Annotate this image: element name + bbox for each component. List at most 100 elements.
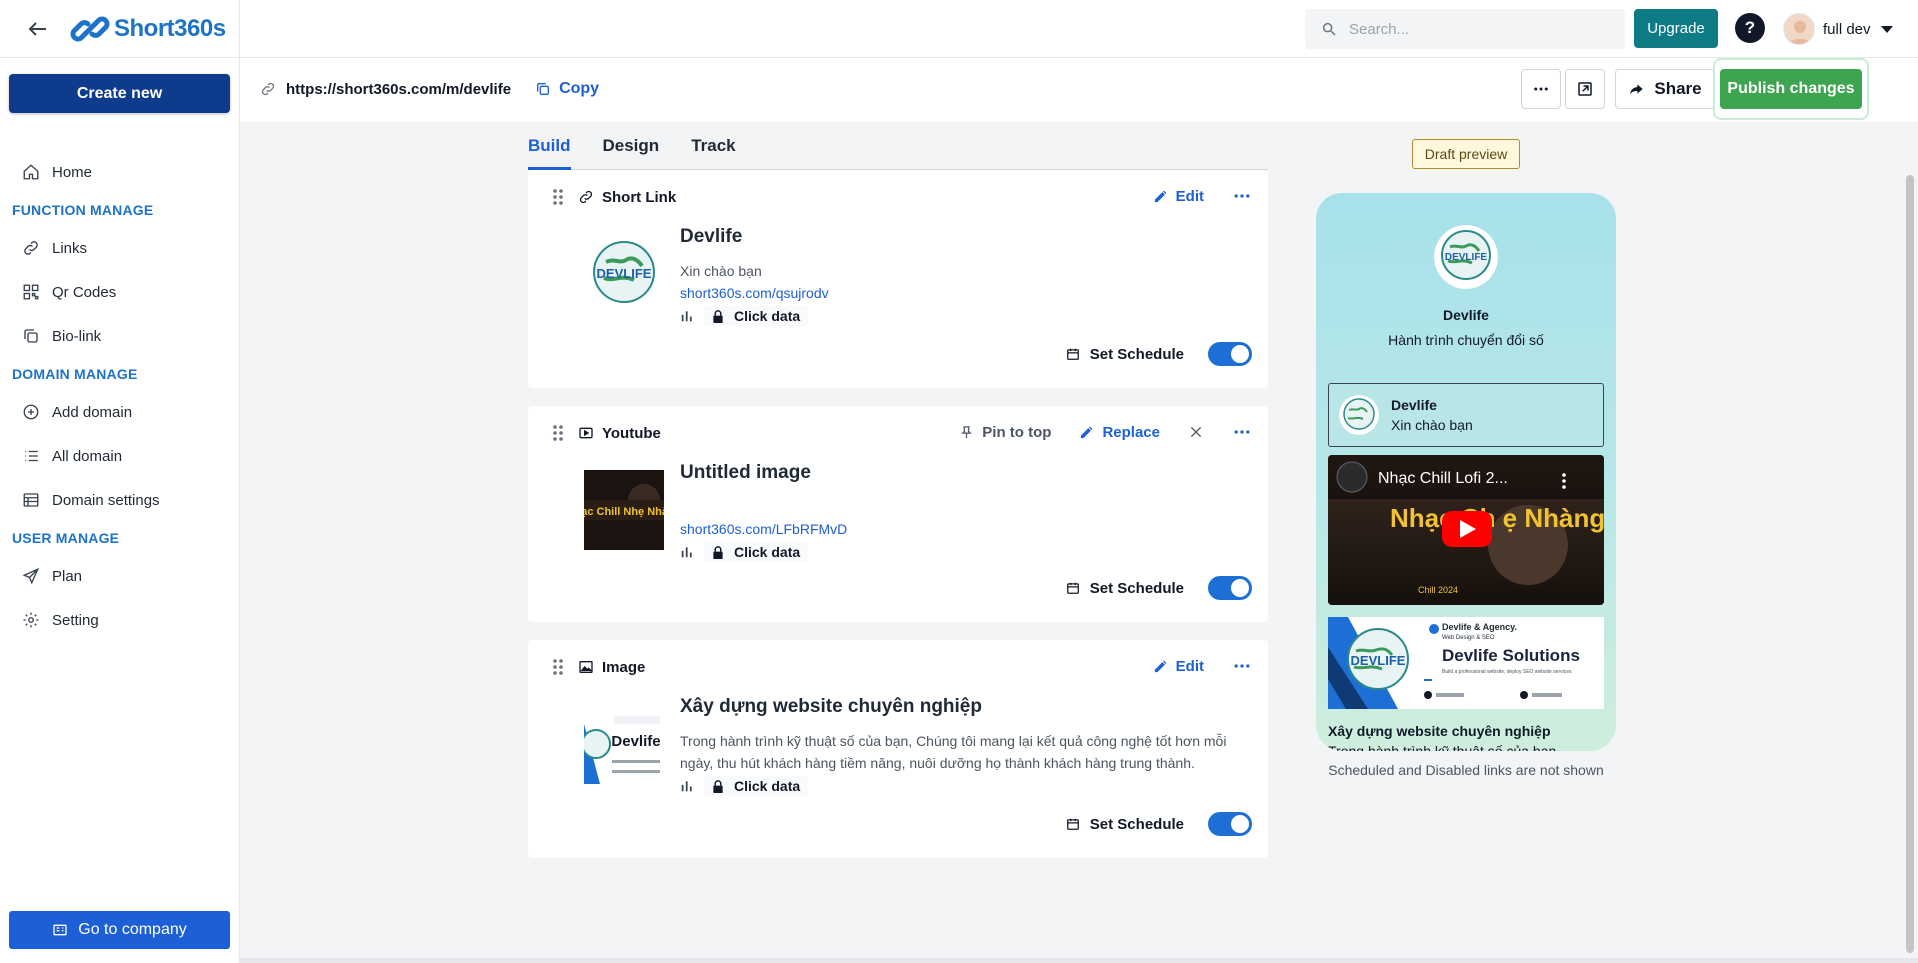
avatar bbox=[1783, 13, 1815, 45]
go-to-company-button[interactable]: Go to company bbox=[9, 911, 230, 949]
copy-button[interactable]: Copy bbox=[535, 80, 599, 98]
profile-name: Devlife bbox=[1443, 307, 1489, 323]
sidebar-item-home[interactable]: Home bbox=[0, 150, 239, 194]
pencil-icon bbox=[1154, 660, 1167, 672]
help-button[interactable]: ? bbox=[1735, 13, 1765, 43]
upgrade-button[interactable]: Upgrade bbox=[1634, 9, 1718, 48]
edit-button[interactable]: Edit bbox=[1153, 188, 1204, 205]
video-overlay-text: Nhạc Ch ẹ Nhàng bbox=[1390, 503, 1604, 533]
copy-icon bbox=[537, 83, 550, 95]
sidebar-item-plan[interactable]: Plan bbox=[0, 554, 239, 598]
click-data-label: Click data bbox=[734, 778, 801, 794]
visibility-toggle[interactable] bbox=[1208, 342, 1252, 366]
banner-title: Devlife Solutions bbox=[1442, 646, 1580, 665]
link-avatar bbox=[1339, 395, 1379, 435]
click-data-button[interactable]: Click data bbox=[704, 306, 809, 326]
drag-handle-icon[interactable] bbox=[552, 188, 564, 206]
svg-text:DEVLIFE: DEVLIFE bbox=[1445, 252, 1488, 263]
short-link[interactable]: short360s.com/qsujrodv bbox=[680, 282, 1252, 304]
sidebar-item-label: Home bbox=[52, 163, 93, 181]
stats-row: Click data bbox=[680, 306, 1252, 326]
svg-text:DEVLIFE: DEVLIFE bbox=[597, 266, 652, 281]
preview-youtube-embed[interactable]: Nhạc Ch ẹ Nhàng Nhạc Chill Lofi 2... Chi… bbox=[1328, 455, 1604, 605]
card-content: Devlife Xin chào bạn short360s.com/qsujr… bbox=[680, 226, 1252, 326]
set-schedule-button[interactable]: Set Schedule bbox=[1066, 346, 1184, 363]
publish-changes-button[interactable]: Publish changes bbox=[1720, 69, 1862, 109]
more-horizontal-icon[interactable] bbox=[1232, 422, 1252, 442]
back-arrow-icon[interactable] bbox=[26, 17, 50, 41]
bar-chart-icon bbox=[681, 547, 692, 558]
set-schedule-label: Set Schedule bbox=[1089, 345, 1184, 363]
short-link[interactable]: short360s.com/LFbRFMvD bbox=[680, 518, 1252, 540]
drag-handle-icon[interactable] bbox=[552, 424, 564, 442]
page-url[interactable]: https://short360s.com/m/devlife bbox=[286, 81, 511, 98]
create-new-button[interactable]: Create new bbox=[9, 74, 230, 113]
tab-track[interactable]: Track bbox=[691, 122, 735, 170]
video-thumb-text: Nhạc Chill Nhẹ Nhàng bbox=[584, 506, 664, 518]
click-data-label: Click data bbox=[734, 544, 801, 560]
block-description: Trong hành trình kỹ thuật số của bạn, Ch… bbox=[680, 733, 1227, 771]
more-horizontal-icon[interactable] bbox=[1232, 656, 1252, 676]
pencil-icon bbox=[1081, 426, 1093, 438]
sidebar: Short360s Create new Home FUNCTION MANAG… bbox=[0, 0, 240, 963]
pin-to-top-button[interactable]: Pin to top bbox=[959, 424, 1051, 441]
calendar-icon bbox=[1066, 348, 1079, 360]
block-type-label: Youtube bbox=[602, 424, 661, 442]
sidebar-item-setting[interactable]: Setting bbox=[0, 598, 239, 642]
more-options-button[interactable] bbox=[1521, 69, 1561, 109]
block-title: Devlife bbox=[680, 226, 743, 247]
page-scrollbar[interactable] bbox=[1906, 175, 1914, 953]
tab-build[interactable]: Build bbox=[528, 122, 571, 170]
open-external-button[interactable] bbox=[1565, 69, 1605, 109]
set-schedule-button[interactable]: Set Schedule bbox=[1066, 580, 1184, 597]
gear-icon bbox=[23, 612, 39, 628]
pin-icon bbox=[961, 425, 973, 438]
app-name: Short360s bbox=[114, 14, 226, 42]
set-schedule-button[interactable]: Set Schedule bbox=[1066, 816, 1184, 833]
pin-label: Pin to top bbox=[982, 423, 1052, 441]
edit-button[interactable]: Edit bbox=[1153, 658, 1204, 675]
publish-focus-ring: Publish changes bbox=[1713, 58, 1869, 120]
share-button[interactable]: Share bbox=[1615, 69, 1715, 109]
tab-design[interactable]: Design bbox=[603, 122, 660, 170]
replace-button[interactable]: Replace bbox=[1079, 424, 1160, 441]
sidebar-item-links[interactable]: Links bbox=[0, 226, 239, 270]
card-actions: Pin to top Replace bbox=[959, 422, 1252, 442]
click-data-label: Click data bbox=[734, 308, 801, 324]
plus-circle-icon bbox=[23, 404, 39, 420]
sidebar-item-label: Links bbox=[52, 239, 88, 257]
card-content: Xây dựng website chuyên nghiệp Trong hàn… bbox=[680, 696, 1252, 796]
edit-label: Edit bbox=[1175, 187, 1204, 205]
schedule-row: Set Schedule bbox=[1066, 812, 1252, 836]
sidebar-item-domain-settings[interactable]: Domain settings bbox=[0, 478, 239, 522]
stats-row: Click data bbox=[680, 776, 1252, 796]
home-icon bbox=[23, 164, 39, 180]
image-thumbnail: Devlife bbox=[584, 704, 664, 784]
sidebar-item-bio-link[interactable]: Bio-link bbox=[0, 314, 239, 358]
card-header: Youtube bbox=[552, 424, 661, 442]
search-input[interactable]: Search... bbox=[1305, 9, 1625, 49]
user-menu[interactable]: full dev bbox=[1783, 13, 1893, 45]
app-logo[interactable]: Short360s bbox=[70, 9, 226, 49]
sidebar-item-add-domain[interactable]: Add domain bbox=[0, 390, 239, 434]
preview-image-banner[interactable]: DEVLIFE Devlife & Agency. Web Design & S… bbox=[1328, 617, 1604, 709]
sidebar-item-qr-codes[interactable]: Qr Codes bbox=[0, 270, 239, 314]
click-data-button[interactable]: Click data bbox=[704, 542, 809, 562]
list-icon bbox=[25, 450, 38, 462]
visibility-toggle[interactable] bbox=[1208, 812, 1252, 836]
more-horizontal-icon[interactable] bbox=[1232, 186, 1252, 206]
drag-handle-icon[interactable] bbox=[552, 658, 564, 676]
more-horizontal-icon bbox=[1534, 87, 1548, 91]
visibility-toggle[interactable] bbox=[1208, 576, 1252, 600]
lock-icon bbox=[713, 779, 723, 793]
copy-label: Copy bbox=[559, 80, 600, 97]
sidebar-item-label: Add domain bbox=[52, 403, 133, 421]
sidebar-nav: Home FUNCTION MANAGE Links Qr Codes Bio-… bbox=[0, 150, 239, 642]
search-icon bbox=[1322, 22, 1336, 36]
close-icon[interactable] bbox=[1188, 424, 1204, 440]
preview-note: Scheduled and Disabled links are not sho… bbox=[1328, 762, 1604, 778]
sidebar-item-all-domain[interactable]: All domain bbox=[0, 434, 239, 478]
preview-link-button[interactable]: Devlife Xin chào bạn bbox=[1328, 383, 1604, 447]
preview-image-caption: Xây dựng website chuyên nghiệp bbox=[1328, 723, 1551, 739]
click-data-button[interactable]: Click data bbox=[704, 776, 809, 796]
